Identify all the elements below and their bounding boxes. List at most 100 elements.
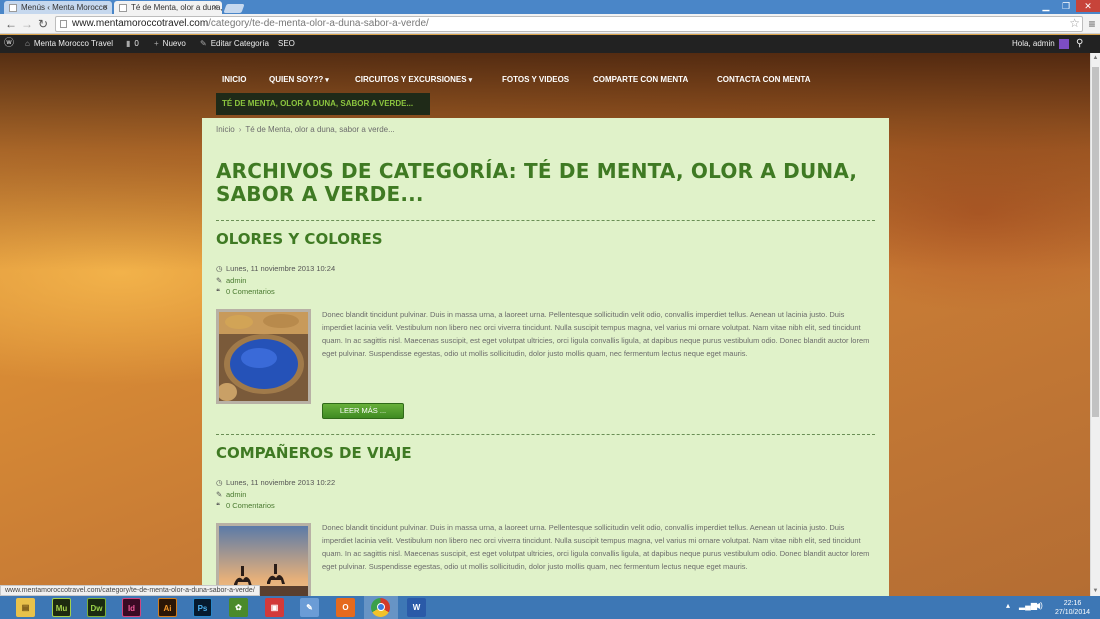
- edit-label: Editar Categoría: [210, 39, 269, 48]
- minimize-button[interactable]: ▁: [1036, 0, 1056, 12]
- wordpress-logo-icon[interactable]: ⓦ: [4, 35, 14, 53]
- status-bar-url: www.mentamoroccotravel.com/category/te-d…: [0, 585, 260, 596]
- post-meta: ◷ Lunes, 11 noviembre 2013 10:24 ✎ admin ❝…: [216, 263, 335, 298]
- chevron-down-icon: ▾: [325, 77, 329, 84]
- comments-icon: ❝: [216, 501, 221, 510]
- post-title-link[interactable]: OLORES Y COLORES: [216, 230, 383, 248]
- page-icon: [60, 20, 67, 28]
- clock-date: 27/10/2014: [1054, 609, 1091, 616]
- new-label: Nuevo: [162, 39, 186, 48]
- search-icon[interactable]: ⚲: [1076, 35, 1083, 53]
- address-bar[interactable]: www.mentamoroccotravel.com/category/te-d…: [55, 16, 1083, 32]
- tab-title: Té de Menta, olor a duna,: [131, 3, 222, 12]
- forward-arrow-icon[interactable]: →: [19, 16, 35, 32]
- admin-seo-link[interactable]: SEO: [278, 35, 295, 53]
- muse-icon[interactable]: Mu: [52, 598, 71, 617]
- nav-item-fotos[interactable]: FOTOS Y VIDEOS: [502, 73, 569, 87]
- plus-icon: +: [154, 39, 159, 48]
- illustrator-icon[interactable]: Ai: [158, 598, 177, 617]
- nav-item-quien-soy[interactable]: QUIEN SOY?? ▾: [269, 73, 329, 88]
- chrome-icon[interactable]: [371, 598, 390, 617]
- restore-button[interactable]: ❐: [1056, 0, 1076, 12]
- close-icon[interactable]: ×: [103, 1, 108, 14]
- browser-tab-active[interactable]: Té de Menta, olor a duna, ×: [114, 1, 222, 14]
- scroll-up-arrow-icon[interactable]: ▲: [1091, 55, 1100, 61]
- bookmark-star-icon[interactable]: ☆: [1069, 16, 1080, 30]
- page-title: ARCHIVOS DE CATEGORÍA: TÉ DE MENTA, OLOR…: [216, 159, 858, 206]
- chevron-down-icon: ▾: [468, 77, 473, 84]
- admin-edit-category-link[interactable]: ✎ Editar Categoría: [200, 35, 269, 53]
- clock-icon: ◷: [216, 478, 223, 487]
- pencil-icon: ✎: [216, 489, 223, 499]
- scroll-down-arrow-icon[interactable]: ▼: [1091, 588, 1100, 594]
- nav-item-comparte[interactable]: COMPARTE CON MENTA: [593, 73, 688, 87]
- clock-time: 22:16: [1063, 600, 1082, 607]
- comments-icon: ❝: [216, 287, 221, 296]
- nav-item-inicio[interactable]: INICIO: [222, 73, 246, 87]
- url-domain: www.mentamoroccotravel.com: [72, 18, 209, 29]
- new-tab-button[interactable]: [223, 4, 245, 13]
- office-app-icon[interactable]: O: [336, 598, 355, 617]
- admin-new-link[interactable]: + Nuevo: [154, 35, 186, 53]
- word-icon[interactable]: W: [407, 598, 426, 617]
- indesign-icon[interactable]: Id: [122, 598, 141, 617]
- photoshop-icon[interactable]: Ps: [193, 598, 212, 617]
- system-clock[interactable]: 22:16 27/10/2014: [1050, 599, 1095, 617]
- site-name: Menta Morocco Travel: [33, 39, 113, 48]
- post-comments-link[interactable]: 0 Comentarios: [226, 501, 275, 510]
- wp-admin-bar: ⓦ ⌂ Menta Morocco Travel ▮ 0 + Nuevo ✎ Edita…: [0, 35, 1100, 53]
- photo-app-icon[interactable]: ▣: [265, 598, 284, 617]
- post-excerpt: Donec blandit tincidunt pulvinar. Duis i…: [322, 310, 870, 358]
- url-path: /category/te-de-menta-olor-a-duna-sabor-…: [208, 18, 429, 29]
- close-icon[interactable]: ×: [213, 1, 218, 14]
- post-title-link[interactable]: COMPAÑEROS DE VIAJE: [216, 444, 412, 462]
- post-thumbnail-spices[interactable]: [216, 309, 311, 404]
- post-excerpt: Donec blandit tincidunt pulvinar. Duis i…: [322, 523, 870, 571]
- paint-app-icon[interactable]: ✎: [300, 598, 319, 617]
- vertical-scrollbar[interactable]: ▲ ▼: [1090, 53, 1100, 596]
- nav-item-current-category[interactable]: TÉ DE MENTA, OLOR A DUNA, SABOR A VERDE.…: [216, 93, 430, 115]
- file-explorer-icon[interactable]: ▤: [16, 598, 35, 617]
- post-comments-link[interactable]: 0 Comentarios: [226, 287, 275, 296]
- divider: [216, 434, 875, 435]
- browser-tab-menus[interactable]: Menús ‹ Menta Morocco ×: [4, 1, 112, 14]
- nav-item-contacta[interactable]: CONTACTA CON MENTA: [717, 73, 810, 87]
- breadcrumb: Inicio › Té de Menta, olor a duna, sabor a…: [216, 125, 395, 134]
- plant-app-icon[interactable]: ✿: [229, 598, 248, 617]
- chevron-right-icon: ›: [238, 125, 242, 134]
- content-panel: Inicio › Té de Menta, olor a duna, sabor a…: [202, 118, 889, 596]
- back-arrow-icon[interactable]: ←: [3, 16, 19, 32]
- nav-item-circuitos[interactable]: CIRCUITOS Y EXCURSIONES ▾: [355, 73, 472, 88]
- tray-arrow-icon[interactable]: ▴: [1006, 601, 1010, 610]
- windows-taskbar: ▤ Mu Dw Id Ai Ps ✿ ▣ ✎ O W ▴ ▂▄▆ ◀) 22:1…: [0, 596, 1100, 619]
- post-date: Lunes, 11 noviembre 2013 10:24: [226, 264, 336, 273]
- tab-title: Menús ‹ Menta Morocco: [21, 3, 108, 12]
- pencil-icon: ✎: [200, 39, 207, 48]
- post-author-link[interactable]: admin: [226, 276, 246, 285]
- volume-icon[interactable]: ◀): [1034, 601, 1043, 610]
- admin-account-link[interactable]: Hola, admin: [1012, 35, 1069, 53]
- admin-comments-link[interactable]: ▮ 0: [126, 35, 139, 53]
- close-window-button[interactable]: ✕: [1076, 0, 1100, 12]
- breadcrumb-current: Té de Menta, olor a duna, sabor a verde.…: [245, 125, 395, 134]
- reload-icon[interactable]: ↻: [35, 16, 51, 32]
- divider: [216, 220, 875, 221]
- comment-icon: ▮: [126, 39, 131, 48]
- spice-basket-image: [219, 312, 308, 401]
- menu-icon[interactable]: ≡: [1084, 16, 1100, 32]
- comments-count: 0: [134, 39, 139, 48]
- breadcrumb-home-link[interactable]: Inicio: [216, 125, 235, 134]
- scrollbar-thumb[interactable]: [1092, 67, 1099, 417]
- browser-tabstrip: Menús ‹ Menta Morocco × Té de Menta, olo…: [0, 0, 1100, 14]
- post-meta: ◷ Lunes, 11 noviembre 2013 10:22 ✎ admin ❝…: [216, 477, 335, 512]
- page-icon: [119, 4, 127, 12]
- browser-toolbar: ← → ↻ www.mentamoroccotravel.com/categor…: [0, 14, 1100, 34]
- post-date: Lunes, 11 noviembre 2013 10:22: [226, 478, 336, 487]
- read-more-button[interactable]: LEER MÁS ...: [322, 403, 404, 419]
- page-icon: [9, 4, 17, 12]
- post-author-link[interactable]: admin: [226, 490, 246, 499]
- admin-site-link[interactable]: ⌂ Menta Morocco Travel: [25, 35, 113, 53]
- greeting: Hola, admin: [1012, 39, 1055, 48]
- home-icon: ⌂: [25, 39, 30, 48]
- dreamweaver-icon[interactable]: Dw: [87, 598, 106, 617]
